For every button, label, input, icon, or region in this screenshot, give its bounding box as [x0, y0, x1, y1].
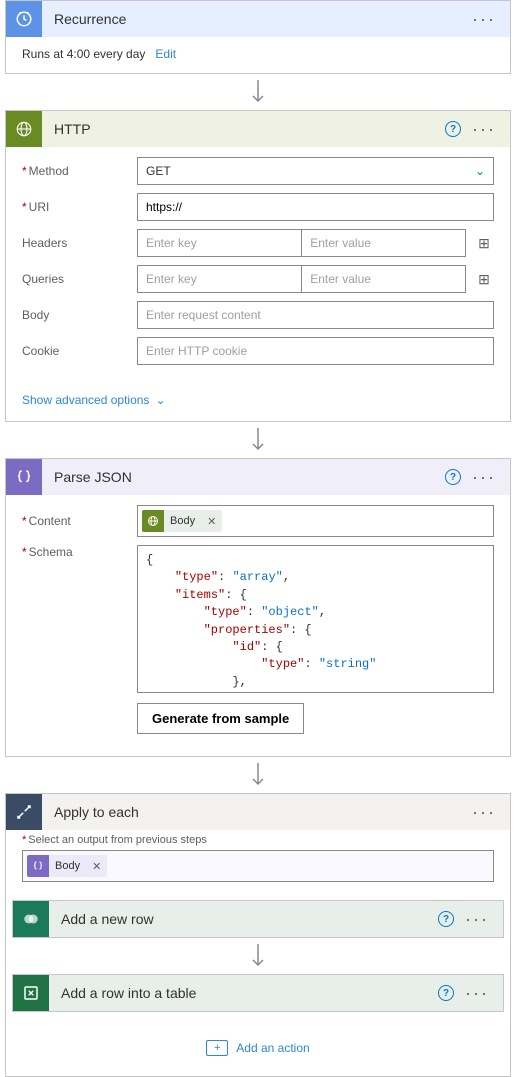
queries-label: Queries: [22, 272, 137, 286]
globe-icon: [6, 111, 42, 147]
query-value-input[interactable]: [301, 265, 466, 293]
body-input[interactable]: [137, 301, 494, 329]
recurrence-header[interactable]: Recurrence ···: [6, 1, 510, 37]
content-label: Content: [22, 514, 137, 528]
cookie-label: Cookie: [22, 344, 137, 358]
show-advanced-link[interactable]: Show advanced options ⌄: [6, 387, 510, 421]
row1-menu[interactable]: ···: [461, 909, 493, 930]
loop-icon: [6, 794, 42, 830]
uri-input[interactable]: [137, 193, 494, 221]
recurrence-title: Recurrence: [42, 11, 468, 27]
content-field[interactable]: Body ✕: [137, 505, 494, 537]
method-select[interactable]: GET ⌄: [137, 157, 494, 185]
apply-each-menu[interactable]: ···: [468, 802, 500, 823]
parse-json-title: Parse JSON: [42, 469, 442, 485]
schema-label: Schema: [22, 545, 137, 559]
add-new-row-title: Add a new row: [49, 911, 435, 927]
braces-icon: [27, 855, 49, 877]
cookie-input[interactable]: [137, 337, 494, 365]
header-key-input[interactable]: [137, 229, 301, 257]
add-row-table-title: Add a row into a table: [49, 985, 435, 1001]
http-menu[interactable]: ···: [468, 119, 500, 140]
parse-menu[interactable]: ···: [468, 467, 500, 488]
remove-token-button[interactable]: ✕: [201, 515, 222, 528]
http-header[interactable]: HTTP ? ···: [6, 111, 510, 147]
add-new-row-header[interactable]: Add a new row ? ···: [13, 901, 503, 937]
uri-label: URI: [22, 200, 137, 214]
recurrence-menu[interactable]: ···: [468, 9, 500, 30]
recurrence-card: Recurrence ··· Runs at 4:00 every day Ed…: [5, 0, 511, 74]
header-value-input[interactable]: [301, 229, 466, 257]
http-card: HTTP ? ··· Method GET ⌄ URI Headers ⊞: [5, 110, 511, 422]
clock-icon: [6, 1, 42, 37]
parse-info-icon[interactable]: ?: [442, 466, 464, 488]
headers-dynamic-button[interactable]: ⊞: [474, 235, 494, 252]
chevron-down-icon: ⌄: [155, 393, 165, 407]
schema-editor[interactable]: { "type": "array", "items": { "type": "o…: [137, 545, 494, 693]
remove-token-button[interactable]: ✕: [86, 860, 107, 873]
recurrence-summary: Runs at 4:00 every day: [22, 47, 145, 61]
add-row-table-card: Add a row into a table ? ···: [12, 974, 504, 1012]
parse-json-card: Parse JSON ? ··· Content Body ✕ Schema: [5, 458, 511, 757]
content-token: Body: [164, 515, 201, 527]
add-step-icon: +: [206, 1040, 228, 1056]
generate-from-sample-button[interactable]: Generate from sample: [137, 703, 304, 734]
headers-label: Headers: [22, 236, 137, 250]
recurrence-edit-link[interactable]: Edit: [155, 47, 176, 61]
http-title: HTTP: [42, 121, 442, 137]
each-token: Body: [49, 860, 86, 872]
globe-icon: [142, 510, 164, 532]
query-key-input[interactable]: [137, 265, 301, 293]
row2-menu[interactable]: ···: [461, 983, 493, 1004]
apply-to-each-card: Apply to each ··· Select an output from …: [5, 793, 511, 1077]
row1-info-icon[interactable]: ?: [435, 908, 457, 930]
connector-arrow: [5, 757, 511, 793]
select-output-label: Select an output from previous steps: [22, 834, 510, 846]
queries-dynamic-button[interactable]: ⊞: [474, 271, 494, 288]
braces-icon: [6, 459, 42, 495]
dataverse-icon: [13, 901, 49, 937]
connector-arrow: [12, 938, 504, 974]
add-action-button[interactable]: + Add an action: [6, 1024, 510, 1076]
add-new-row-card: Add a new row ? ···: [12, 900, 504, 938]
add-row-table-header[interactable]: Add a row into a table ? ···: [13, 975, 503, 1011]
chevron-down-icon: ⌄: [475, 164, 485, 178]
parse-json-header[interactable]: Parse JSON ? ···: [6, 459, 510, 495]
http-info-icon[interactable]: ?: [442, 118, 464, 140]
connector-arrow: [5, 422, 511, 458]
row2-info-icon[interactable]: ?: [435, 982, 457, 1004]
apply-each-title: Apply to each: [42, 804, 468, 820]
method-label: Method: [22, 164, 137, 178]
connector-arrow: [5, 74, 511, 110]
body-label: Body: [22, 308, 137, 322]
apply-each-header[interactable]: Apply to each ···: [6, 794, 510, 830]
each-input-field[interactable]: Body ✕: [22, 850, 494, 882]
excel-icon: [13, 975, 49, 1011]
method-value: GET: [146, 164, 171, 178]
